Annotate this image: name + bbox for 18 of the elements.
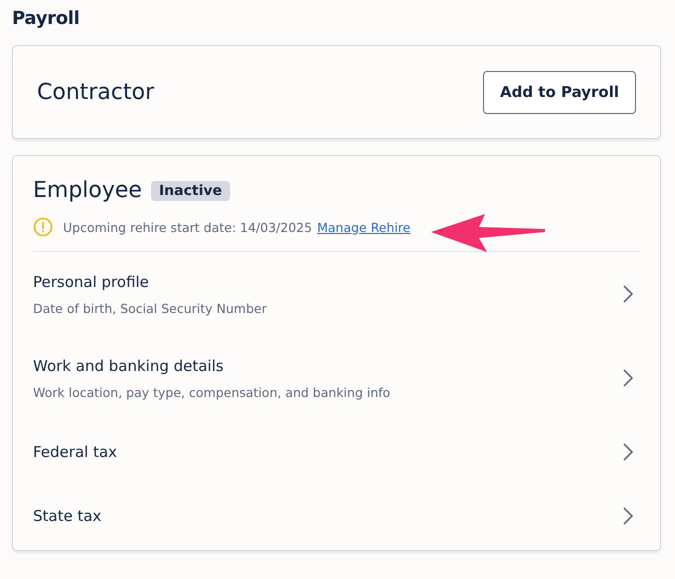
page-title: Payroll	[12, 8, 81, 30]
section-title[interactable]: Federal tax	[33, 443, 118, 461]
chevron-right-icon[interactable]	[622, 368, 634, 388]
section-description: Work location, pay type, compensation, and banking info	[33, 384, 390, 400]
chevron-right-icon[interactable]	[622, 442, 634, 462]
chevron-right-icon[interactable]	[622, 284, 634, 304]
add-to-payroll-button[interactable]: Add to Payroll	[482, 70, 636, 114]
rehire-notice: Upcoming rehire start date: 14/03/2025	[63, 220, 312, 234]
section-title[interactable]: Work and banking details	[33, 356, 390, 374]
card-title: Employee	[33, 178, 142, 203]
card-title: Contractor	[37, 80, 154, 104]
chevron-right-icon[interactable]	[622, 506, 634, 526]
warning-icon	[33, 217, 53, 237]
section-description: Date of birth, Social Security Number	[33, 300, 267, 316]
section-title[interactable]: State tax	[33, 507, 102, 525]
section-title[interactable]: Personal profile	[33, 272, 267, 290]
status-badge: Inactive	[150, 180, 230, 200]
manage-rehire-link[interactable]: Manage Rehire	[317, 220, 410, 234]
